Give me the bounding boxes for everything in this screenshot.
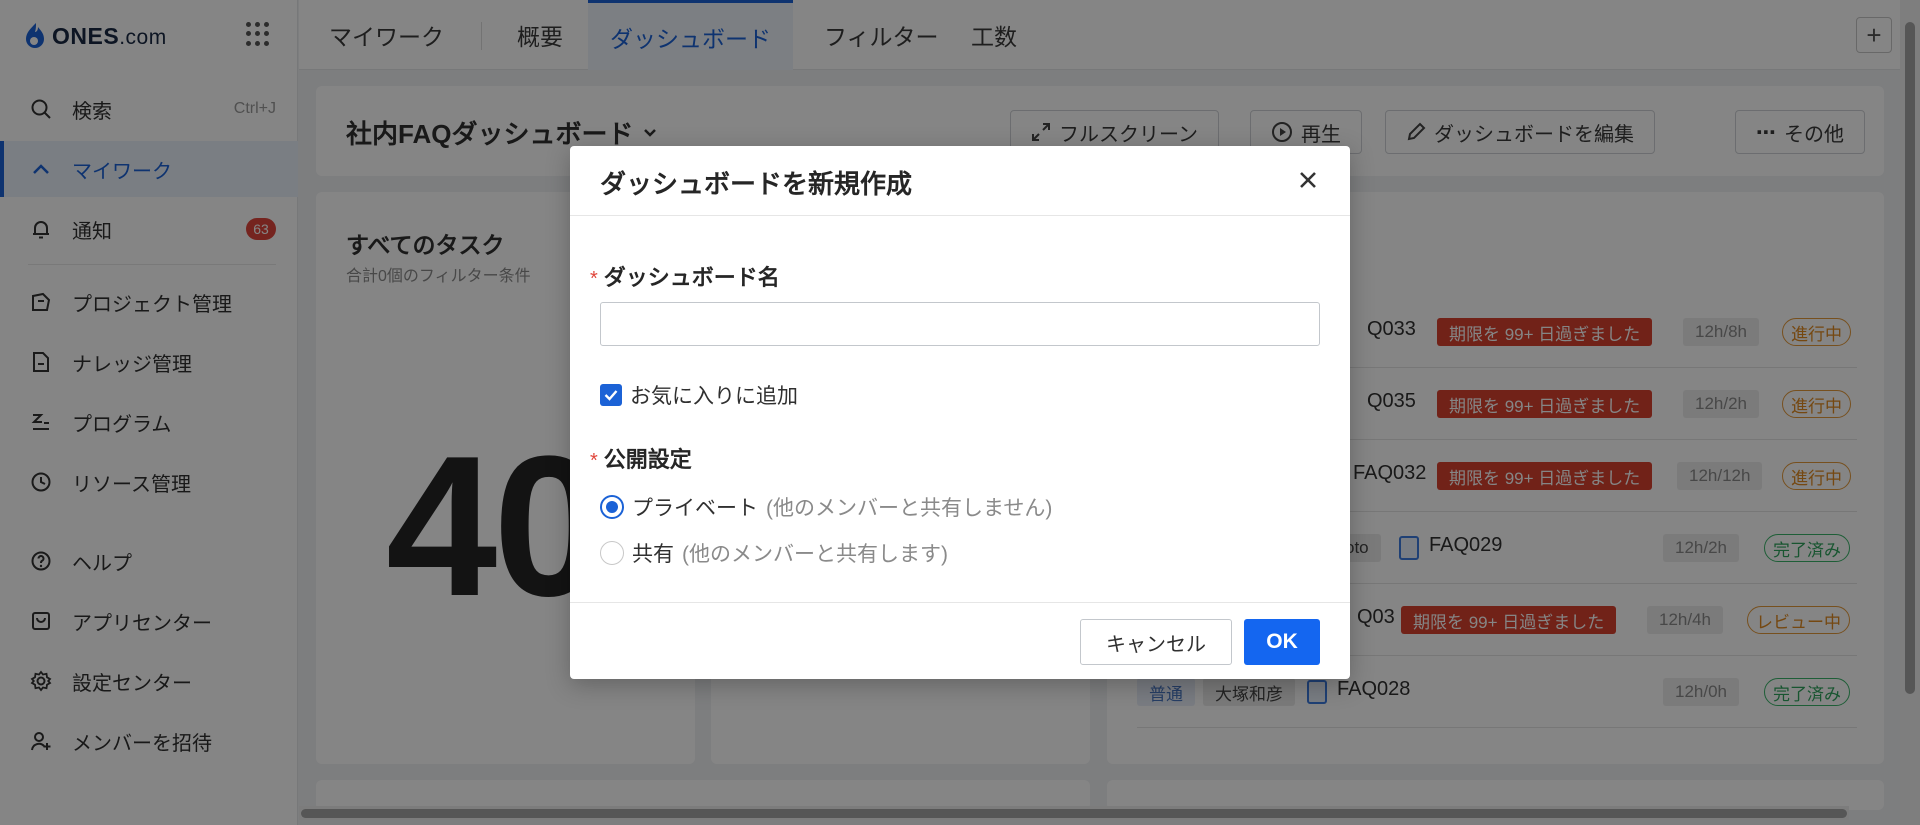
radio-private[interactable] [600, 495, 624, 519]
create-dashboard-dialog: ダッシュボードを新規作成 * ダッシュボード名 お気に入りに追加 * 公開設定 プラ… [570, 146, 1350, 679]
radio-private-row[interactable]: プライベート (他のメンバーと共有しません) [600, 492, 1052, 522]
close-icon [1300, 172, 1316, 188]
required-mark: * [590, 268, 598, 290]
dashboard-name-input[interactable] [600, 302, 1320, 346]
ok-button[interactable]: OK [1244, 619, 1320, 665]
radio-shared[interactable] [600, 541, 624, 565]
checkmark-icon [604, 390, 618, 401]
radio-private-label: プライベート [632, 497, 758, 520]
visibility-label: * 公開設定 [590, 447, 692, 472]
radio-shared-row[interactable]: 共有 (他のメンバーと共有します) [600, 538, 948, 568]
favorite-checkbox-row[interactable]: お気に入りに追加 [600, 380, 798, 410]
dashboard-name-label: * ダッシュボード名 [590, 265, 780, 290]
radio-shared-hint: (他のメンバーと共有します) [682, 543, 948, 566]
cancel-button[interactable]: キャンセル [1080, 619, 1232, 665]
favorite-checkbox[interactable] [600, 384, 622, 406]
dialog-header: ダッシュボードを新規作成 [570, 146, 1350, 216]
favorite-label: お気に入りに追加 [630, 385, 798, 408]
dialog-footer: キャンセル OK [570, 602, 1350, 679]
radio-private-hint: (他のメンバーと共有しません) [766, 497, 1053, 520]
close-button[interactable] [1292, 164, 1324, 196]
dialog-title: ダッシュボードを新規作成 [600, 169, 913, 199]
radio-shared-label: 共有 [632, 543, 674, 566]
required-mark: * [590, 450, 598, 472]
